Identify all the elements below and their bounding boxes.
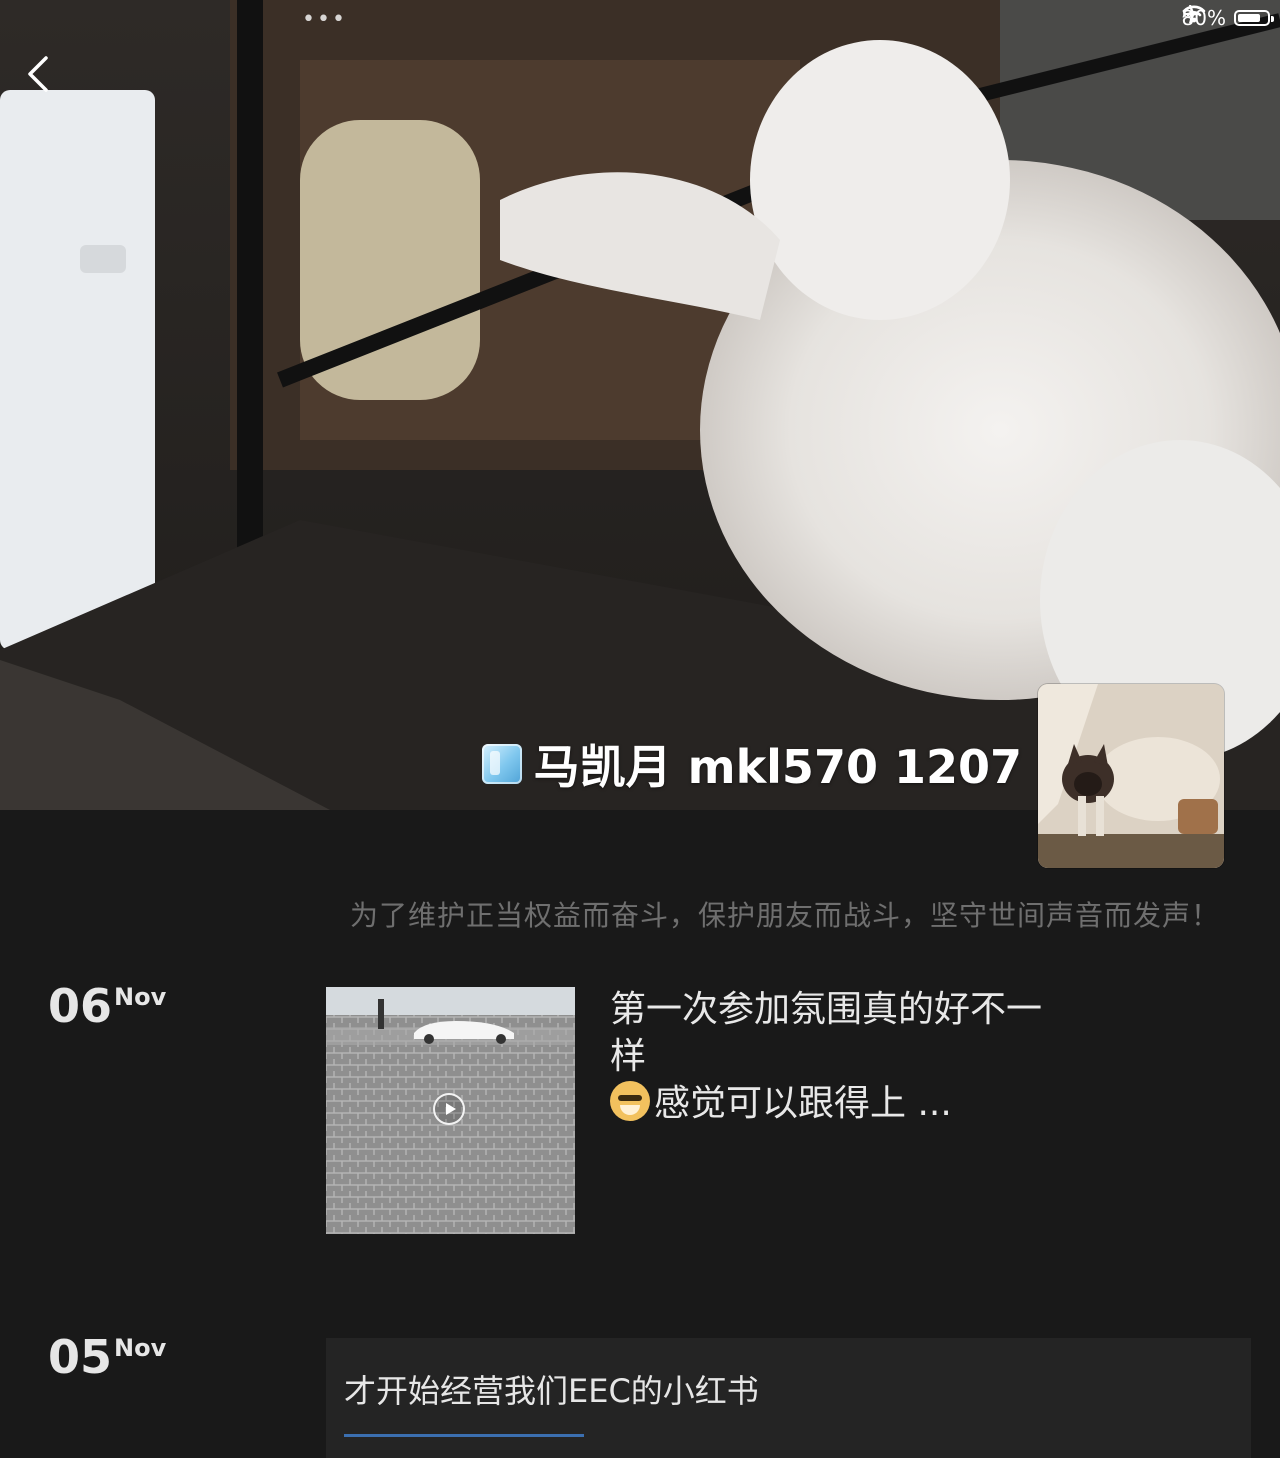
post-date-month: Nov	[114, 1334, 167, 1362]
avatar-cat-photo	[1038, 684, 1224, 868]
cat-face-emoji-icon	[610, 1081, 650, 1121]
video-thumbnail[interactable]	[326, 987, 575, 1234]
profile-name: 马凯月 mkl570 1207	[533, 740, 1022, 794]
battery-icon	[1234, 10, 1274, 26]
wifi-icon	[1182, 5, 1205, 23]
profile-name-row: 马凯月 mkl570 1207	[481, 734, 1022, 794]
link-underline	[344, 1434, 584, 1437]
post-date: 06 Nov	[48, 982, 166, 1030]
ice-cube-icon	[481, 744, 522, 784]
post-date: 05 Nov	[48, 1333, 166, 1381]
back-button[interactable]	[26, 54, 66, 98]
text-post-content: 才开始经营我们EEC的小红书	[344, 1372, 759, 1410]
drag-handle-dots: •••	[302, 7, 347, 32]
status-bar: 80%	[1182, 4, 1274, 32]
post-text[interactable]: 第一次参加氛围真的好不一 样 感觉可以跟得上 ...	[610, 986, 1090, 1127]
text-post-card[interactable]: 才开始经营我们EEC的小红书	[326, 1338, 1251, 1458]
post-text-line: 样	[610, 1036, 647, 1077]
avatar[interactable]	[1038, 684, 1224, 868]
post-date-month: Nov	[114, 983, 167, 1011]
profile-signature: 为了维护正当权益而奋斗，保护朋友而战斗，坚守世间声音而发声！	[349, 899, 1220, 932]
post-text-line: 第一次参加氛围真的好不一	[610, 989, 1043, 1030]
post-text-line: 感觉可以跟得上 ...	[654, 1083, 952, 1124]
chevron-left-icon	[28, 56, 48, 92]
post-date-day: 05	[48, 1330, 113, 1384]
post-date-day: 06	[48, 979, 113, 1033]
battery-fill	[1238, 14, 1260, 22]
play-icon[interactable]	[433, 1093, 465, 1125]
